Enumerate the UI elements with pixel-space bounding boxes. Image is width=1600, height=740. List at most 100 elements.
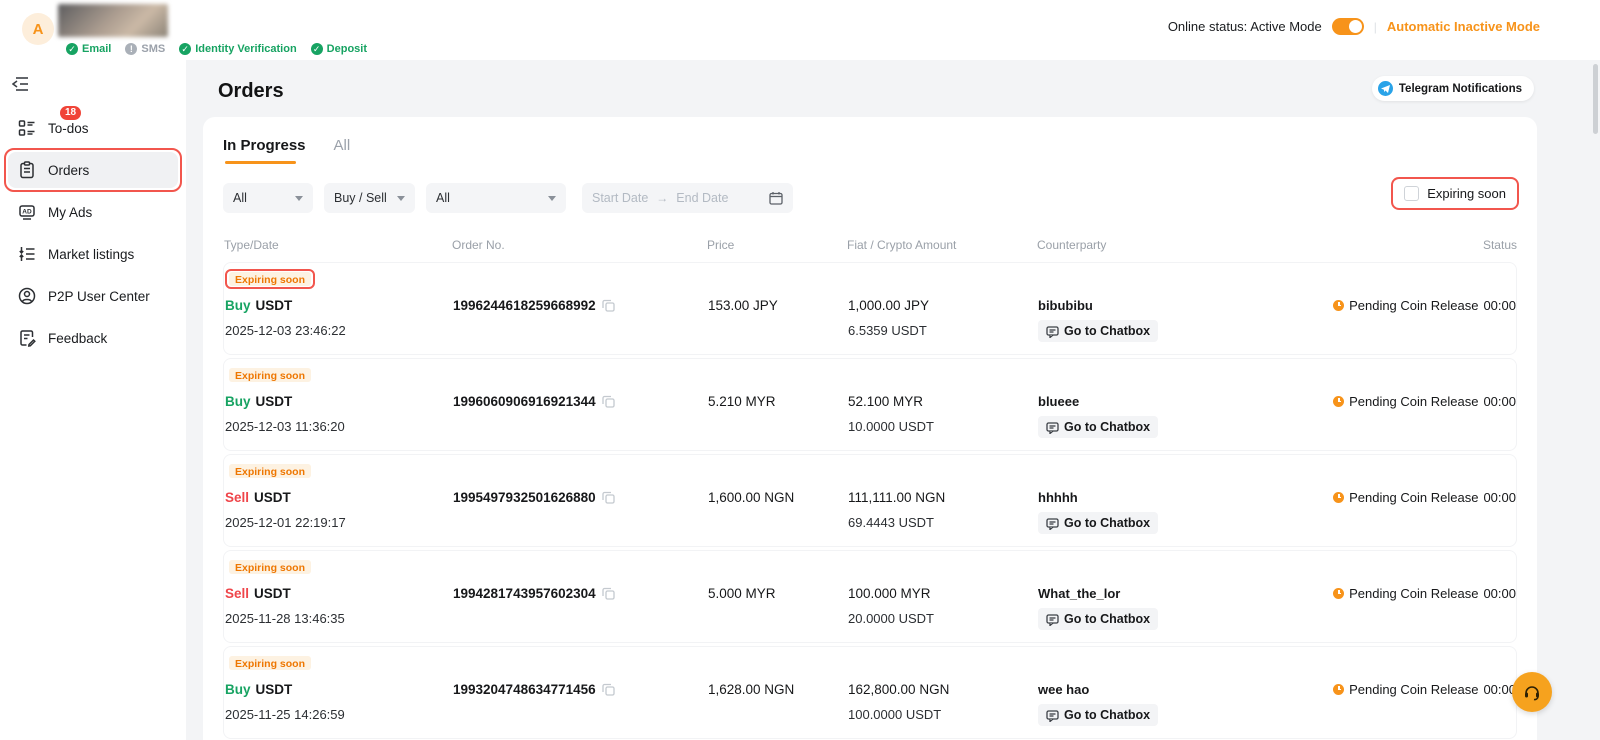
online-status-label: Online status: Active Mode — [1168, 19, 1322, 34]
status-filter-dropdown[interactable]: All — [426, 183, 566, 213]
counterparty-name: blueee — [1038, 390, 1266, 412]
sidebar-item-todos[interactable]: To-dos 18 — [8, 110, 178, 146]
clock-icon — [1333, 396, 1344, 407]
order-timer: 00:00 — [1483, 298, 1516, 313]
sidebar-item-p2p-user-center[interactable]: P2P User Center — [8, 278, 178, 314]
expiring-soon-checkbox-label: Expiring soon — [1427, 186, 1506, 201]
go-to-chatbox-button[interactable]: Go to Chatbox — [1038, 416, 1158, 438]
divider: | — [1374, 20, 1377, 34]
copy-icon[interactable] — [602, 587, 615, 600]
copy-icon[interactable] — [602, 395, 615, 408]
svg-text:AD: AD — [22, 209, 32, 216]
order-row[interactable]: Expiring soon Buy USDT 2025-11-25 14:26:… — [223, 646, 1517, 739]
go-to-chatbox-button[interactable]: Go to Chatbox — [1038, 320, 1158, 342]
p2p-user-center-icon — [18, 287, 36, 305]
sidebar-item-label: Feedback — [48, 331, 107, 346]
go-to-chatbox-button[interactable]: Go to Chatbox — [1038, 608, 1158, 630]
customer-support-button[interactable] — [1512, 672, 1552, 712]
sidebar-item-my-ads[interactable]: AD My Ads — [8, 194, 178, 230]
order-side: Buy — [225, 394, 251, 409]
order-side: Sell — [225, 586, 249, 601]
order-asset: USDT — [254, 490, 291, 505]
order-number: 1995497932501626880 — [453, 490, 596, 505]
order-datetime: 2025-11-28 13:46:35 — [225, 607, 453, 629]
order-price: 5.000 MYR — [708, 582, 848, 604]
order-number: 1996244618259668992 — [453, 298, 596, 313]
order-price: 153.00 JPY — [708, 294, 848, 316]
clock-icon — [1333, 684, 1344, 695]
todos-icon — [18, 119, 36, 137]
order-status: Pending Coin Release — [1349, 490, 1478, 505]
filter-bar: All Buy / Sell All Start Date → End Date — [223, 180, 1517, 216]
order-side: Buy — [225, 298, 251, 313]
go-to-chatbox-label: Go to Chatbox — [1064, 612, 1150, 626]
annotation-box-row-tag: Expiring soon — [225, 653, 315, 673]
expiring-soon-checkbox[interactable] — [1404, 186, 1419, 201]
order-asset: USDT — [256, 394, 293, 409]
go-to-chatbox-label: Go to Chatbox — [1064, 324, 1150, 338]
online-status-toggle[interactable] — [1332, 18, 1364, 35]
go-to-chatbox-button[interactable]: Go to Chatbox — [1038, 704, 1158, 726]
crypto-amount: 20.0000 USDT — [848, 607, 1038, 629]
order-row[interactable]: Expiring soon Sell USDT 2025-11-28 13:46… — [223, 550, 1517, 643]
order-row[interactable]: Expiring soon Buy USDT 2025-12-03 11:36:… — [223, 358, 1517, 451]
chat-bubble-icon — [1046, 325, 1059, 338]
expiring-soon-tag: Expiring soon — [229, 464, 311, 478]
date-range-picker[interactable]: Start Date → End Date — [582, 183, 793, 213]
copy-icon[interactable] — [602, 491, 615, 504]
fiat-amount: 111,111.00 NGN — [848, 486, 1038, 508]
tab-all[interactable]: All — [334, 137, 351, 164]
annotation-box-row-tag: Expiring soon — [225, 461, 315, 481]
top-bar: A ✓ Email ! SMS ✓ Identity Verification … — [0, 0, 1600, 60]
scrollbar[interactable] — [1593, 64, 1598, 134]
side-filter-dropdown[interactable]: Buy / Sell — [324, 183, 415, 213]
order-number: 1996060906916921344 — [453, 394, 596, 409]
counterparty-name: bibubibu — [1038, 294, 1266, 316]
avatar[interactable]: A — [22, 13, 54, 45]
sidebar-collapse-icon[interactable] — [12, 76, 30, 92]
sidebar-item-label: My Ads — [48, 205, 92, 220]
clock-icon — [1333, 588, 1344, 599]
sms-verification-badge: ! SMS — [125, 43, 165, 55]
sidebar-item-market-listings[interactable]: Market listings — [8, 236, 178, 272]
sms-verification-label: SMS — [141, 43, 165, 55]
email-verification-label: Email — [82, 43, 111, 55]
sidebar-item-label: To-dos — [48, 121, 89, 136]
verification-badges: ✓ Email ! SMS ✓ Identity Verification ✓ … — [66, 43, 367, 55]
clock-icon — [1333, 300, 1344, 311]
order-row[interactable]: Expiring soon Sell USDT 2025-12-01 22:19… — [223, 454, 1517, 547]
order-side: Buy — [225, 682, 251, 697]
telegram-notifications-button[interactable]: Telegram Notifications — [1372, 76, 1534, 101]
order-status: Pending Coin Release — [1349, 298, 1478, 313]
sidebar-item-feedback[interactable]: Feedback — [8, 320, 178, 356]
order-status: Pending Coin Release — [1349, 394, 1478, 409]
asset-filter-dropdown[interactable]: All — [223, 183, 313, 213]
sidebar-item-label: Orders — [48, 163, 89, 178]
calendar-icon — [769, 191, 783, 205]
expiring-soon-tag: Expiring soon — [229, 560, 311, 574]
expiring-soon-tag: Expiring soon — [229, 272, 311, 286]
check-icon: ✓ — [179, 43, 191, 55]
counterparty-name: What_the_lor — [1038, 582, 1266, 604]
column-header-price: Price — [707, 238, 847, 252]
copy-icon[interactable] — [602, 683, 615, 696]
side-filter-value: Buy / Sell — [334, 191, 387, 205]
identity-verification-badge: ✓ Identity Verification — [179, 43, 296, 55]
copy-icon[interactable] — [602, 299, 615, 312]
order-price: 5.210 MYR — [708, 390, 848, 412]
market-listings-icon — [18, 245, 36, 263]
email-verification-badge: ✓ Email — [66, 43, 111, 55]
username-blurred — [58, 4, 168, 37]
deposit-verification-badge: ✓ Deposit — [311, 43, 367, 55]
tab-in-progress[interactable]: In Progress — [223, 137, 306, 164]
order-row[interactable]: Expiring soon Buy USDT 2025-12-03 23:46:… — [223, 262, 1517, 355]
go-to-chatbox-label: Go to Chatbox — [1064, 708, 1150, 722]
todos-count-badge: 18 — [60, 106, 81, 120]
chevron-down-icon — [548, 196, 556, 201]
deposit-verification-label: Deposit — [327, 43, 367, 55]
automatic-inactive-mode-link[interactable]: Automatic Inactive Mode — [1387, 19, 1540, 34]
sidebar-item-orders[interactable]: Orders — [8, 152, 178, 188]
expiring-soon-tag: Expiring soon — [229, 656, 311, 670]
go-to-chatbox-button[interactable]: Go to Chatbox — [1038, 512, 1158, 534]
orders-card: In Progress All All Buy / Sell All Start… — [203, 117, 1537, 740]
